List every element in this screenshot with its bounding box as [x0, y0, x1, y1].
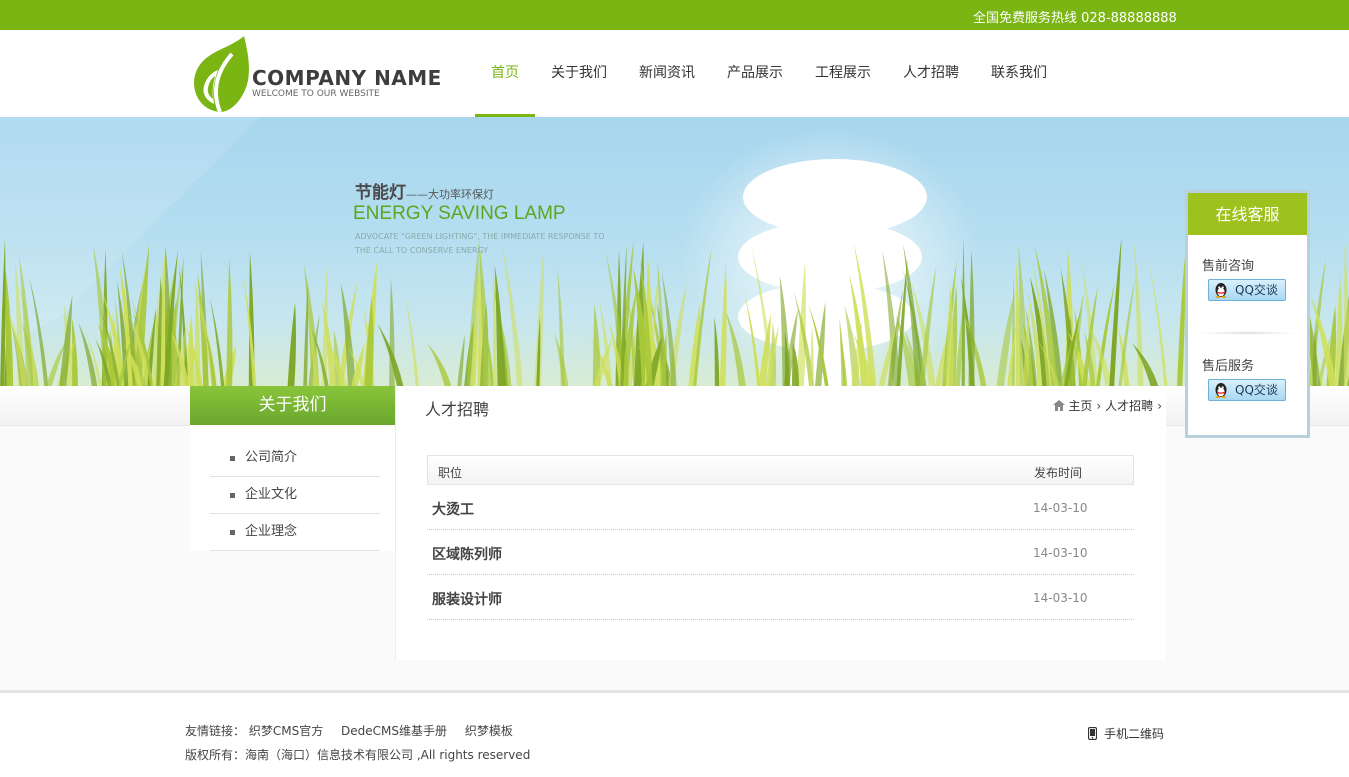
hotline-text: 全国免费服务热线 028-88888888	[973, 11, 1177, 26]
header: COMPANY NAME WELCOME TO OUR WEBSITE 首页 关…	[0, 30, 1349, 117]
banner-art	[0, 117, 1349, 386]
qq-chat-button[interactable]: QQ交谈	[1208, 279, 1286, 301]
banner-title-en: ENERGY SAVING LAMP	[353, 203, 566, 224]
page-title: 人才招聘	[425, 400, 490, 419]
nav-about[interactable]: 关于我们	[535, 30, 623, 117]
footer: 友情链接： 织梦CMS官方 DedeCMS维基手册 织梦模板 版权所有：海南（海…	[0, 690, 1349, 777]
phone-icon	[1088, 727, 1097, 740]
service-label: 售前咨询	[1202, 259, 1255, 274]
breadcrumb-home[interactable]: 主页	[1068, 397, 1092, 414]
nav-home[interactable]: 首页	[475, 30, 535, 117]
nav-contact[interactable]: 联系我们	[975, 30, 1063, 117]
main-content: 人才招聘 主页 › 人才招聘 › 职位 发布时间 大烫工 14-03-10 区域…	[395, 386, 1166, 660]
top-bar: 全国免费服务热线 028-88888888	[0, 0, 1349, 30]
job-title-link[interactable]: 区域陈列师	[432, 544, 502, 564]
service-group-aftersale: 售后服务 QQ交谈	[1188, 335, 1307, 435]
jobs-table: 职位 发布时间 大烫工 14-03-10 区域陈列师 14-03-10 服装设计…	[427, 455, 1134, 620]
nav-news[interactable]: 新闻资讯	[623, 30, 711, 117]
sidebar-title: 关于我们	[190, 386, 395, 425]
breadcrumb-current[interactable]: 人才招聘	[1105, 397, 1153, 414]
grass-illustration	[0, 237, 1349, 386]
breadcrumb: 主页 › 人才招聘 ›	[1053, 397, 1166, 414]
copyright: 版权所有：海南（海口）信息技术有限公司 ,All rights reserved	[185, 748, 531, 762]
job-title-link[interactable]: 服装设计师	[432, 589, 502, 609]
chevron-right-icon: ›	[1096, 398, 1102, 413]
job-date: 14-03-10	[1033, 501, 1088, 515]
service-label: 售后服务	[1202, 359, 1255, 374]
company-name: COMPANY NAME	[252, 66, 442, 90]
job-title-link[interactable]: 大烫工	[432, 499, 474, 519]
service-group-presale: 售前咨询 QQ交谈	[1188, 235, 1307, 335]
sidebar-item-culture[interactable]: 企业文化	[210, 477, 380, 514]
logo[interactable]: COMPANY NAME WELCOME TO OUR WEBSITE	[190, 36, 460, 114]
banner-title: 节能灯——大功率环保灯	[355, 183, 494, 203]
qq-penguin-icon	[1215, 283, 1227, 298]
friend-link[interactable]: 织梦CMS官方	[249, 724, 323, 738]
leaf-logo-icon	[194, 36, 249, 113]
nav-jobs[interactable]: 人才招聘	[887, 30, 975, 117]
table-row: 大烫工 14-03-10	[427, 485, 1134, 530]
hero-banner: 节能灯——大功率环保灯 ENERGY SAVING LAMP ADVOCATE …	[0, 117, 1349, 386]
sidebar-item-philosophy[interactable]: 企业理念	[210, 514, 380, 551]
friend-link[interactable]: DedeCMS维基手册	[341, 724, 447, 738]
service-title: 在线客服	[1188, 193, 1307, 235]
job-date: 14-03-10	[1033, 591, 1088, 605]
nav-products[interactable]: 产品展示	[711, 30, 799, 117]
table-row: 区域陈列师 14-03-10	[427, 530, 1134, 575]
friend-links: 友情链接： 织梦CMS官方 DedeCMS维基手册 织梦模板	[185, 722, 527, 739]
banner-subtitle: ADVOCATE "GREEN LIGHTING", THE IMMEDIATE…	[355, 232, 605, 255]
main-nav: 首页 关于我们 新闻资讯 产品展示 工程展示 人才招聘 联系我们	[475, 30, 1063, 117]
header-date: 发布时间	[1034, 466, 1083, 480]
sidebar-menu: 公司简介 企业文化 企业理念	[210, 440, 380, 551]
friend-link[interactable]: 织梦模板	[465, 724, 513, 738]
sidebar-item-profile[interactable]: 公司简介	[210, 440, 380, 477]
qq-penguin-icon	[1215, 383, 1227, 398]
table-row: 服装设计师 14-03-10	[427, 575, 1134, 620]
online-service-panel: 在线客服 售前咨询 QQ交谈 售后服务 QQ交谈	[1185, 190, 1310, 438]
mobile-qr-link[interactable]: 手机二维码	[1088, 725, 1164, 742]
header-position: 职位	[438, 466, 463, 480]
qq-chat-button[interactable]: QQ交谈	[1208, 379, 1286, 401]
friend-links-label: 友情链接：	[185, 724, 246, 738]
home-icon	[1053, 400, 1066, 411]
sidebar: 公司简介 企业文化 企业理念	[190, 425, 395, 551]
job-date: 14-03-10	[1033, 546, 1088, 560]
table-header: 职位 发布时间	[427, 455, 1134, 485]
chevron-right-icon: ›	[1157, 398, 1162, 413]
company-tagline: WELCOME TO OUR WEBSITE	[252, 89, 380, 99]
nav-projects[interactable]: 工程展示	[799, 30, 887, 117]
